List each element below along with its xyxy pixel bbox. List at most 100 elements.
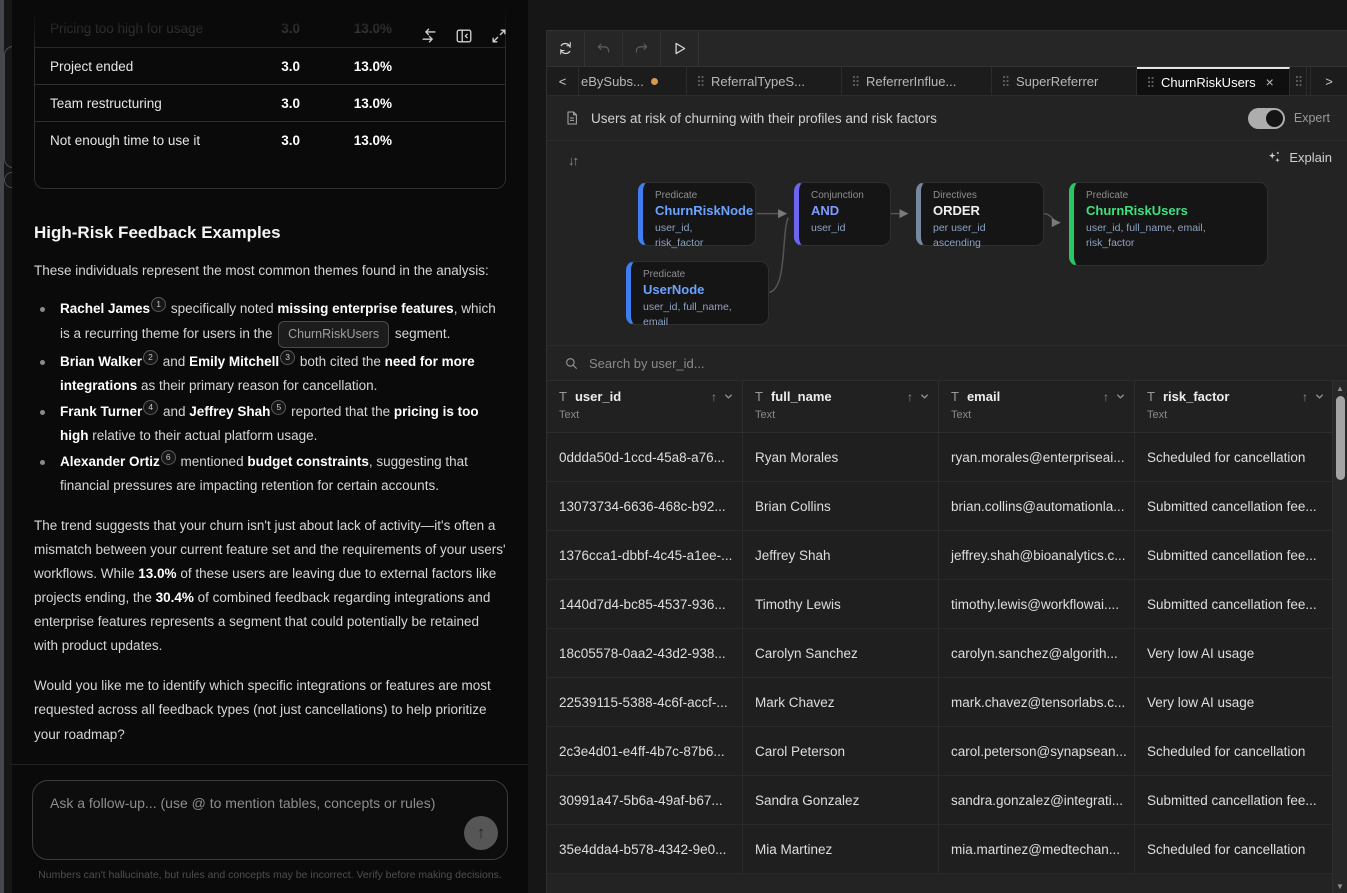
drag-handle-icon xyxy=(697,75,704,87)
query-tabbar: < eBySubs... ReferralTypeS... ReferrerIn… xyxy=(547,67,1347,96)
text-type-icon: T xyxy=(1147,389,1155,404)
expand-icon[interactable] xyxy=(490,27,508,50)
send-button[interactable]: ↑ xyxy=(464,816,498,850)
scrollbar-thumb[interactable] xyxy=(1336,396,1345,480)
citation-badge[interactable]: 5 xyxy=(271,400,286,415)
grid-header: Tuser_id↑ Text Tfull_name↑ Text Temail↑ … xyxy=(547,381,1333,433)
sort-asc-icon[interactable]: ↑ xyxy=(1103,390,1109,404)
tab-churnriskusers[interactable]: ChurnRiskUsers × xyxy=(1137,67,1290,95)
chevron-left-icon: < xyxy=(559,74,567,89)
node-churnriskusers[interactable]: Predicate ChurnRiskUsers user_id, full_n… xyxy=(1069,182,1268,266)
tab-referraltypes[interactable]: ReferralTypeS... xyxy=(687,67,842,95)
citation-badge[interactable]: 2 xyxy=(143,350,158,365)
table-row[interactable]: Project ended 3.0 13.0% xyxy=(35,47,505,84)
chevron-down-icon[interactable] xyxy=(723,391,734,402)
node-and[interactable]: Conjunction AND user_id xyxy=(794,182,891,246)
chat-message-area: Pricing too high for usage 3.0 13.0% Pro… xyxy=(12,0,528,764)
table-row[interactable]: 13073734-6636-468c-b92...Brian Collinsbr… xyxy=(547,482,1333,531)
refresh-button[interactable] xyxy=(547,31,585,66)
table-row[interactable]: 1440d7d4-bc85-4537-936...Timothy Lewisti… xyxy=(547,580,1333,629)
arrow-up-icon: ↑ xyxy=(477,823,486,843)
undo-button[interactable] xyxy=(585,31,623,66)
left-rail xyxy=(0,0,12,893)
close-tab-icon[interactable]: × xyxy=(1266,74,1274,90)
scroll-up-arrow[interactable]: ▲ xyxy=(1333,384,1347,393)
list-item: Frank Turner4 and Jeffrey Shah5 reported… xyxy=(38,400,506,448)
swap-columns-icon[interactable] xyxy=(420,27,438,50)
column-header-risk-factor[interactable]: Trisk_factor↑ Text xyxy=(1135,381,1333,432)
analysis-paragraph: The trend suggests that your churn isn't… xyxy=(34,514,506,658)
citation-badge[interactable]: 1 xyxy=(151,297,166,312)
tabs-scroll-right[interactable]: > xyxy=(1310,67,1347,95)
tab-referrerinflue[interactable]: ReferrerInflue... xyxy=(842,67,992,95)
node-churnrisknode[interactable]: Predicate ChurnRiskNode user_id, risk_fa… xyxy=(638,182,756,246)
document-icon xyxy=(564,110,580,126)
list-item: Alexander Ortiz6 mentioned budget constr… xyxy=(38,450,506,498)
tab-ebysubs[interactable]: eBySubs... xyxy=(579,67,687,95)
table-row[interactable]: 30991a47-5b6a-49af-b67...Sandra Gonzalez… xyxy=(547,776,1333,825)
drag-handle-icon xyxy=(1295,75,1302,87)
run-query-button[interactable] xyxy=(661,31,699,66)
follow-up-composer[interactable]: ↑ xyxy=(32,780,508,860)
table-row[interactable]: 0ddda50d-1ccd-45a8-a76...Ryan Moralesrya… xyxy=(547,433,1333,482)
next-tab-edge[interactable] xyxy=(1290,67,1307,95)
expert-toggle-group: Expert xyxy=(1248,108,1330,129)
scroll-down-arrow[interactable]: ▼ xyxy=(1333,882,1347,891)
app-window: Pricing too high for usage 3.0 13.0% Pro… xyxy=(0,0,1347,893)
expert-toggle[interactable] xyxy=(1248,108,1285,129)
citation-badge[interactable]: 6 xyxy=(161,450,176,465)
sort-asc-icon[interactable]: ↑ xyxy=(1302,390,1308,404)
text-type-icon: T xyxy=(755,389,763,404)
table-row[interactable]: Not enough time to use it 3.0 13.0% xyxy=(35,121,505,158)
query-graph-canvas[interactable]: ↓↑ Explain Predicate ChurnRiskNode user_… xyxy=(547,141,1347,346)
list-item: Brian Walker2 and Emily Mitchell3 both c… xyxy=(38,350,506,398)
open-side-panel-icon[interactable] xyxy=(455,27,473,50)
chat-panel: Pricing too high for usage 3.0 13.0% Pro… xyxy=(12,0,528,893)
intro-paragraph: These individuals represent the most com… xyxy=(34,259,506,283)
column-header-user-id[interactable]: Tuser_id↑ Text xyxy=(547,381,743,432)
composer-section: ↑ Numbers can't hallucinate, but rules a… xyxy=(12,764,528,893)
disclaimer-text: Numbers can't hallucinate, but rules and… xyxy=(32,869,508,881)
node-order[interactable]: Directives ORDER per user_id ascending xyxy=(916,182,1044,246)
citation-badge[interactable]: 4 xyxy=(143,400,158,415)
table-row[interactable]: 18c05578-0aa2-43d2-938...Carolyn Sanchez… xyxy=(547,629,1333,678)
drag-handle-icon xyxy=(1002,75,1009,87)
chevron-down-icon[interactable] xyxy=(919,391,930,402)
follow-up-input[interactable] xyxy=(33,781,507,859)
chevron-down-icon[interactable] xyxy=(1314,391,1325,402)
column-header-email[interactable]: Temail↑ Text xyxy=(939,381,1135,432)
table-row[interactable]: 2c3e4d01-e4ff-4b7c-87b6...Carol Peterson… xyxy=(547,727,1333,776)
toggle-knob xyxy=(1266,110,1283,127)
section-heading: High-Risk Feedback Examples xyxy=(34,223,506,243)
query-description-row: Users at risk of churning with their pro… xyxy=(547,96,1347,141)
chat-toolbar xyxy=(420,27,508,50)
drag-handle-icon xyxy=(1147,76,1154,88)
table-row[interactable]: 35e4dda4-b578-4342-9e0...Mia Martinezmia… xyxy=(547,825,1333,874)
text-type-icon: T xyxy=(951,389,959,404)
table-search-bar xyxy=(547,346,1347,381)
query-description: Users at risk of churning with their pro… xyxy=(591,111,937,126)
vertical-scrollbar[interactable]: ▲ ▼ xyxy=(1332,381,1347,893)
list-item: Rachel James1 specifically noted missing… xyxy=(38,297,506,348)
citation-badge[interactable]: 3 xyxy=(280,350,295,365)
search-input[interactable] xyxy=(589,356,1330,371)
table-row[interactable]: 1376cca1-dbbf-4c45-a1ee-...Jeffrey Shahj… xyxy=(547,531,1333,580)
tabs-scroll-left[interactable]: < xyxy=(547,67,579,95)
table-row[interactable]: 22539115-5388-4c6f-accf-...Mark Chavezma… xyxy=(547,678,1333,727)
text-type-icon: T xyxy=(559,389,567,404)
search-icon xyxy=(564,356,579,371)
redo-button[interactable] xyxy=(623,31,661,66)
tab-superreferrer[interactable]: SuperReferrer xyxy=(992,67,1137,95)
query-toolbar xyxy=(547,31,1347,67)
query-panel: < eBySubs... ReferralTypeS... ReferrerIn… xyxy=(546,30,1347,893)
node-usernode[interactable]: Predicate UserNode user_id, full_name, e… xyxy=(626,261,769,325)
column-header-full-name[interactable]: Tfull_name↑ Text xyxy=(743,381,939,432)
results-grid: Tuser_id↑ Text Tfull_name↑ Text Temail↑ … xyxy=(547,381,1347,893)
feedback-bullet-list: Rachel James1 specifically noted missing… xyxy=(38,297,506,498)
table-reference-chip[interactable]: ChurnRiskUsers xyxy=(278,321,389,348)
table-row[interactable]: Team restructuring 3.0 13.0% xyxy=(35,84,505,121)
sort-asc-icon[interactable]: ↑ xyxy=(711,390,717,404)
follow-up-question: Would you like me to identify which spec… xyxy=(34,674,506,746)
sort-asc-icon[interactable]: ↑ xyxy=(907,390,913,404)
chevron-down-icon[interactable] xyxy=(1115,391,1126,402)
